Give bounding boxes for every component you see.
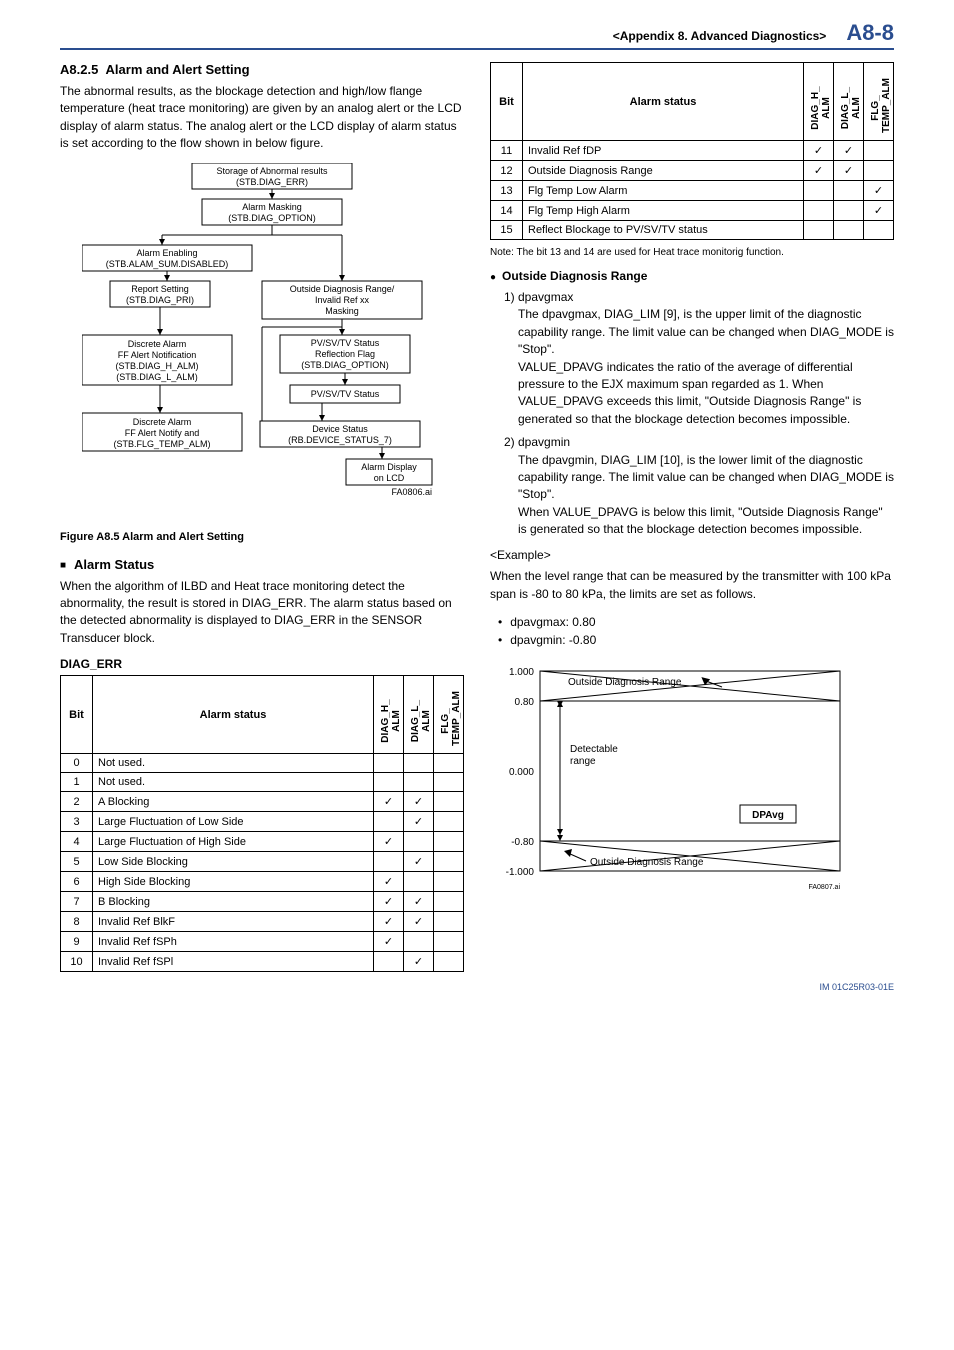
svg-text:(STB.DIAG_ERR): (STB.DIAG_ERR) <box>236 177 308 187</box>
range-chart: .lt{font-size:10px;font-family:Arial}.ln… <box>490 657 870 907</box>
table-row: 13Flg Temp Low Alarm✓ <box>491 181 894 201</box>
dpavgmax-label: 1) dpavgmax <box>504 289 894 306</box>
bullet-dpavgmax: dpavgmax: 0.80 <box>498 613 894 631</box>
section-number: A8.2.5 <box>60 62 98 77</box>
page-header: <Appendix 8. Advanced Diagnostics> A8-8 <box>60 20 894 50</box>
figure-caption: Figure A8.5 Alarm and Alert Setting <box>60 531 464 543</box>
svg-text:0.80: 0.80 <box>515 697 535 708</box>
alarm-status-paragraph: When the algorithm of ILBD and Heat trac… <box>60 578 464 648</box>
th-status: Alarm status <box>523 63 804 141</box>
th-flg-temp: FLG_TEMP_ALM <box>864 63 894 141</box>
svg-text:Reflection Flag: Reflection Flag <box>315 349 375 359</box>
table-row: 4Large Fluctuation of High Side✓ <box>61 832 464 852</box>
svg-text:(STB.DIAG_PRI): (STB.DIAG_PRI) <box>126 295 194 305</box>
diag-err-table-right: Bit Alarm status DIAG_H_ALM DIAG_L_ALM F… <box>490 62 894 240</box>
svg-text:-1.000: -1.000 <box>506 867 535 878</box>
svg-text:(RB.DEVICE_STATUS_7): (RB.DEVICE_STATUS_7) <box>288 435 392 445</box>
dpavgmin-label: 2) dpavgmin <box>504 434 894 451</box>
diag-err-label: DIAG_ERR <box>60 657 464 671</box>
svg-text:Masking: Masking <box>325 306 359 316</box>
svg-text:(STB.DIAG_L_ALM): (STB.DIAG_L_ALM) <box>116 372 198 382</box>
table-row: 0Not used. <box>61 754 464 773</box>
example-bullets: dpavgmax: 0.80 dpavgmin: -0.80 <box>498 613 894 649</box>
bullet-dpavgmin: dpavgmin: -0.80 <box>498 631 894 649</box>
example-paragraph: When the level range that can be measure… <box>490 568 894 603</box>
svg-text:Storage of Abnormal results: Storage of Abnormal results <box>216 166 328 176</box>
svg-text:FF Alert Notify and: FF Alert Notify and <box>125 428 200 438</box>
svg-text:Discrete Alarm: Discrete Alarm <box>128 339 187 349</box>
svg-text:Outside Diagnosis Range: Outside Diagnosis Range <box>568 677 682 688</box>
table-row: 11Invalid Ref fDP✓✓ <box>491 141 894 161</box>
dpavgmax-p2: VALUE_DPAVG indicates the ratio of the a… <box>518 359 894 429</box>
table-row: 12Outside Diagnosis Range✓✓ <box>491 161 894 181</box>
table-row: 7B Blocking✓✓ <box>61 892 464 912</box>
flowchart: .bx{fill:#fff;stroke:#000;stroke-width:1… <box>60 163 464 523</box>
dpavgmin-p1: The dpavgmin, DIAG_LIM [10], is the lowe… <box>518 452 894 504</box>
page-number: A8-8 <box>846 20 894 46</box>
svg-text:FF Alert Notification: FF Alert Notification <box>118 350 197 360</box>
svg-text:Alarm Display: Alarm Display <box>361 462 417 472</box>
svg-text:Alarm Masking: Alarm Masking <box>242 202 302 212</box>
example-label: <Example> <box>490 548 894 562</box>
svg-text:0.000: 0.000 <box>509 767 534 778</box>
svg-text:Discrete Alarm: Discrete Alarm <box>133 417 192 427</box>
svg-text:-0.80: -0.80 <box>511 837 534 848</box>
svg-text:Outside Diagnosis Range: Outside Diagnosis Range <box>590 857 704 868</box>
right-column: Bit Alarm status DIAG_H_ALM DIAG_L_ALM F… <box>490 62 894 972</box>
table-row: 3Large Fluctuation of Low Side✓ <box>61 812 464 832</box>
svg-text:on LCD: on LCD <box>374 473 405 483</box>
th-diag-h: DIAG_H_ALM <box>374 676 404 754</box>
footer-doc-id: IM 01C25R03-01E <box>819 982 894 992</box>
th-status: Alarm status <box>93 676 374 754</box>
table-row: 2A Blocking✓✓ <box>61 792 464 812</box>
svg-text:(STB.FLG_TEMP_ALM): (STB.FLG_TEMP_ALM) <box>113 439 210 449</box>
svg-text:Outside Diagnosis Range/: Outside Diagnosis Range/ <box>290 284 395 294</box>
alarm-status-heading: Alarm Status <box>60 557 464 572</box>
th-bit: Bit <box>61 676 93 754</box>
svg-text:FA0807.ai: FA0807.ai <box>808 884 840 891</box>
svg-text:Detectable: Detectable <box>570 744 618 755</box>
table-row: 14Flg Temp High Alarm✓ <box>491 201 894 221</box>
note-text: Note: The bit 13 and 14 are used for Hea… <box>490 246 894 259</box>
intro-paragraph: The abnormal results, as the blockage de… <box>60 83 464 153</box>
svg-text:PV/SV/TV Status: PV/SV/TV Status <box>311 389 380 399</box>
diag-err-table-left: Bit Alarm status DIAG_H_ALM DIAG_L_ALM F… <box>60 675 464 972</box>
svg-text:DPAvg: DPAvg <box>752 810 784 821</box>
section-title: Alarm and Alert Setting <box>106 62 250 77</box>
svg-text:(STB.DIAG_H_ALM): (STB.DIAG_H_ALM) <box>115 361 198 371</box>
svg-text:1.000: 1.000 <box>509 667 534 678</box>
section-heading: A8.2.5 Alarm and Alert Setting <box>60 62 464 77</box>
table-row: 6High Side Blocking✓ <box>61 872 464 892</box>
table-row: 8Invalid Ref BlkF✓✓ <box>61 912 464 932</box>
left-column: A8.2.5 Alarm and Alert Setting The abnor… <box>60 62 464 972</box>
svg-text:(STB.DIAG_OPTION): (STB.DIAG_OPTION) <box>228 213 316 223</box>
table-row: 15Reflect Blockage to PV/SV/TV status <box>491 221 894 240</box>
th-diag-h: DIAG_H_ALM <box>804 63 834 141</box>
svg-text:range: range <box>570 756 596 767</box>
outside-diag-heading: Outside Diagnosis Range <box>490 269 894 283</box>
table-row: 1Not used. <box>61 773 464 792</box>
svg-text:Invalid Ref xx: Invalid Ref xx <box>315 295 370 305</box>
svg-text:Report Setting: Report Setting <box>131 284 189 294</box>
th-diag-l: DIAG_L_ALM <box>404 676 434 754</box>
th-bit: Bit <box>491 63 523 141</box>
table-row: 10Invalid Ref fSPl✓ <box>61 952 464 972</box>
svg-text:(STB.ALAM_SUM.DISABLED): (STB.ALAM_SUM.DISABLED) <box>106 259 229 269</box>
table-row: 5Low Side Blocking✓ <box>61 852 464 872</box>
dpavgmax-p1: The dpavgmax, DIAG_LIM [9], is the upper… <box>518 306 894 358</box>
svg-text:PV/SV/TV Status: PV/SV/TV Status <box>311 338 380 348</box>
svg-text:(STB.DIAG_OPTION): (STB.DIAG_OPTION) <box>301 360 389 370</box>
svg-text:Alarm Enabling: Alarm Enabling <box>136 248 197 258</box>
th-diag-l: DIAG_L_ALM <box>834 63 864 141</box>
svg-text:FA0806.ai: FA0806.ai <box>391 487 432 497</box>
th-flg-temp: FLG_TEMP_ALM <box>434 676 464 754</box>
dpavgmin-p2: When VALUE_DPAVG is below this limit, "O… <box>518 504 894 539</box>
header-section: <Appendix 8. Advanced Diagnostics> <box>613 29 827 43</box>
svg-text:Device Status: Device Status <box>312 424 368 434</box>
table-row: 9Invalid Ref fSPh✓ <box>61 932 464 952</box>
